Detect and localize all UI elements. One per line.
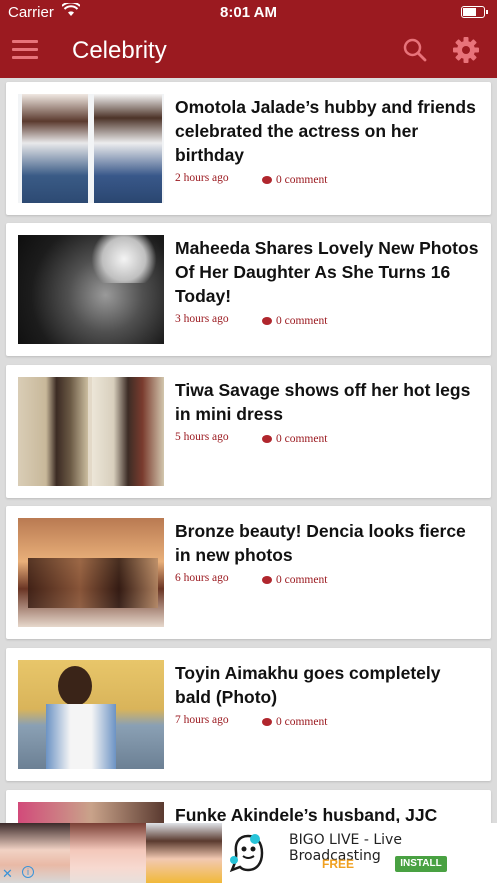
app-header: Celebrity	[0, 26, 497, 78]
article-thumbnail	[18, 94, 164, 203]
battery-icon	[461, 6, 488, 18]
article-time: 7 hours ago	[175, 714, 229, 726]
article-thumbnail	[18, 802, 164, 823]
battery-level	[463, 8, 476, 16]
article-thumbnail	[18, 518, 164, 627]
gear-icon[interactable]	[452, 36, 480, 64]
ad-banner[interactable]: ✕ i BIGO LIVE - Live Broadcasting FREE I…	[0, 823, 497, 883]
bigo-logo	[222, 827, 274, 879]
comment-count[interactable]: 0 comment	[262, 716, 327, 728]
article-time: 6 hours ago	[175, 572, 229, 584]
comment-count[interactable]: 0 comment	[262, 433, 327, 445]
comment-icon	[262, 176, 272, 184]
page-title: Celebrity	[72, 37, 167, 64]
status-time: 8:01 AM	[220, 4, 277, 21]
comment-icon	[262, 317, 272, 325]
article-title: Toyin Aimakhu goes completely bald (Phot…	[175, 663, 441, 707]
article-title: Maheeda Shares Lovely New Photos Of Her …	[175, 238, 479, 306]
article-card[interactable]: Funke Akindele’s husband, JJC	[6, 790, 491, 823]
article-card[interactable]: Bronze beauty! Dencia looks fierce in ne…	[6, 506, 491, 639]
article-card[interactable]: Toyin Aimakhu goes completely bald (Phot…	[6, 648, 491, 781]
comment-icon	[262, 576, 272, 584]
ad-image	[70, 823, 146, 883]
ad-title: BIGO LIVE - Live Broadcasting	[289, 832, 402, 864]
article-card[interactable]: Omotola Jalade’s hubby and friends celeb…	[6, 82, 491, 215]
article-title: Bronze beauty! Dencia looks fierce in ne…	[175, 521, 466, 565]
comment-icon	[262, 435, 272, 443]
status-bar: Carrier 8:01 AM	[0, 0, 497, 26]
article-title: Funke Akindele’s husband, JJC	[175, 805, 438, 823]
comment-count[interactable]: 0 comment	[262, 174, 327, 186]
article-card[interactable]: Tiwa Savage shows off her hot legs in mi…	[6, 365, 491, 498]
article-title: Tiwa Savage shows off her hot legs in mi…	[175, 380, 471, 424]
article-card[interactable]: Maheeda Shares Lovely New Photos Of Her …	[6, 223, 491, 356]
comment-count[interactable]: 0 comment	[262, 574, 327, 586]
menu-icon[interactable]	[12, 40, 38, 62]
ad-image	[146, 823, 222, 883]
comment-icon	[262, 718, 272, 726]
article-time: 3 hours ago	[175, 313, 229, 325]
close-icon[interactable]: ✕	[2, 866, 13, 882]
article-title: Omotola Jalade’s hubby and friends celeb…	[175, 97, 476, 165]
install-button[interactable]: INSTALL	[395, 856, 447, 872]
article-time: 5 hours ago	[175, 431, 229, 443]
info-icon[interactable]: i	[22, 866, 34, 878]
article-time: 2 hours ago	[175, 172, 229, 184]
ad-price: FREE	[322, 857, 355, 871]
article-thumbnail	[18, 235, 164, 344]
article-thumbnail	[18, 660, 164, 769]
search-icon[interactable]	[402, 37, 428, 63]
article-feed: Omotola Jalade’s hubby and friends celeb…	[0, 78, 497, 823]
article-thumbnail	[18, 377, 164, 486]
comment-count[interactable]: 0 comment	[262, 315, 327, 327]
